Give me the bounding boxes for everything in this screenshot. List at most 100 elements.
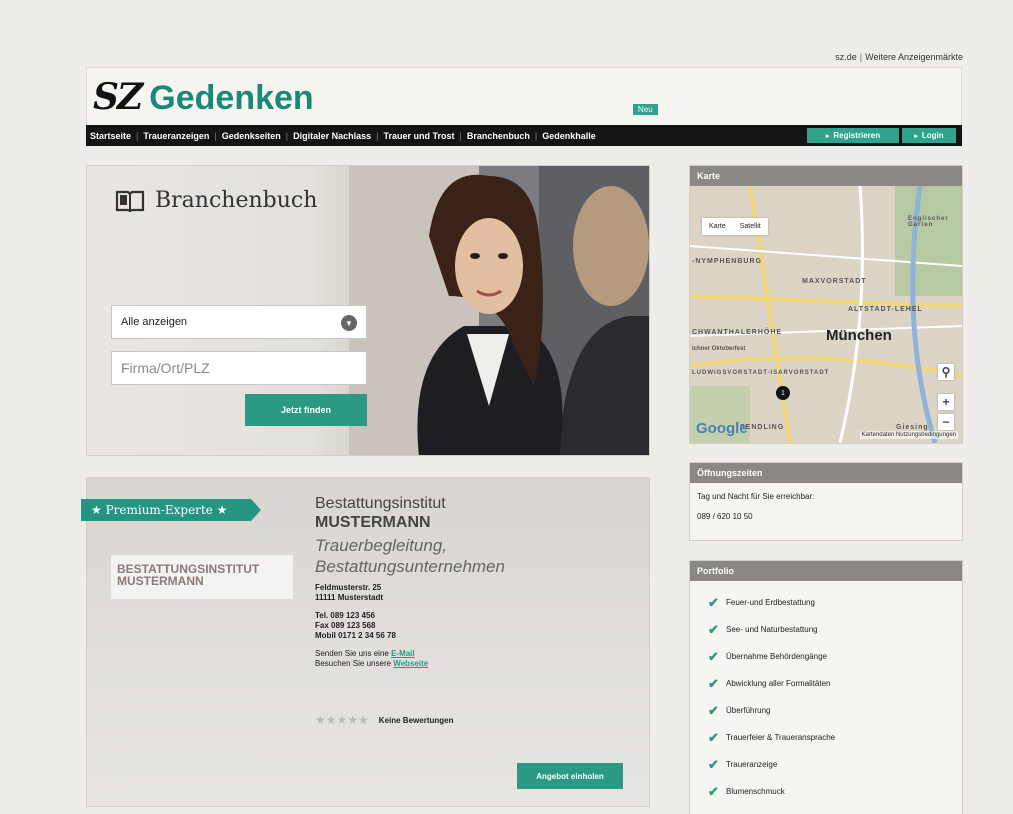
company-info: Bestattungsinstitut MUSTERMANN Trauerbeg… <box>315 495 635 669</box>
company-contact: Tel. 089 123 456 Fax 089 123 568 Mobil 0… <box>315 611 635 641</box>
company-logo-line2: MUSTERMANN <box>117 574 204 588</box>
nav-separator: | <box>534 130 538 141</box>
map-poi: ichner Oktoberfest <box>692 346 746 352</box>
portfolio-item-label: Traueranzeige <box>726 760 778 769</box>
map-label: Englischer Garten <box>908 216 949 228</box>
portfolio-item-label: Übernahme Behördengänge <box>726 652 827 661</box>
nav-item-digitaler-nachlass[interactable]: Digitaler Nachlass <box>293 131 371 141</box>
book-icon <box>115 190 145 212</box>
nav-item-gedenkhalle[interactable]: Gedenkhalle <box>542 131 596 141</box>
list-item: ✔ Traueranzeige <box>708 751 962 778</box>
nav-separator: | <box>214 130 217 141</box>
nav-item-gedenkseiten[interactable]: Gedenkseiten <box>222 131 281 141</box>
portfolio-widget: Portfolio ✔ Feuer-und Erdbestattung ✔ See-… <box>689 560 963 814</box>
map-label: ALTSTADT-LEHEL <box>848 306 923 313</box>
check-icon: ✔ <box>708 756 719 772</box>
rating: ★★★★★ Keine Bewertungen <box>315 713 453 727</box>
list-item: ✔ Überführung <box>708 697 962 724</box>
check-icon: ✔ <box>708 594 719 610</box>
sz-de-link[interactable]: sz.de <box>835 52 857 62</box>
company-street: Feldmusterstr. 25 <box>315 583 382 592</box>
web-prefix: Besuchen Sie unsere <box>315 659 394 668</box>
portfolio-item-label: See- und Naturbestattung <box>726 625 818 634</box>
hero-title: Branchenbuch <box>115 188 317 213</box>
main-nav: Startseite | Traueranzeigen | Gedenkseiten… <box>86 125 962 146</box>
list-item: ✔ Blumenschmuck <box>708 778 962 805</box>
company-tel: Tel. 089 123 456 <box>315 611 375 620</box>
category-select[interactable]: Alle anzeigen ▼ <box>111 305 367 339</box>
street-view-icon[interactable]: ⚲ <box>938 364 954 380</box>
nav-separator: | <box>136 130 139 141</box>
company-name-line1: Bestattungsinstitut <box>315 495 446 512</box>
logo-sz: SZ <box>93 76 143 118</box>
logo-brand: Gedenken <box>149 79 314 117</box>
company-address: Feldmusterstr. 25 11111 Musterstadt <box>315 583 635 603</box>
company-mobile: Mobil 0171 2 34 56 78 <box>315 631 396 640</box>
request-offer-button[interactable]: Angebot einholen <box>517 763 623 789</box>
map-footer[interactable]: Kartendaten Nutzungsbedingungen <box>859 431 958 439</box>
check-icon: ✔ <box>708 783 719 799</box>
hero-photo <box>349 166 649 455</box>
map-widget: Karte Karte Satellit -NYMPHENBURG MAXVOR… <box>689 165 963 444</box>
hours-line1: Tag und Nacht für Sie erreichbar: <box>697 492 815 501</box>
zoom-out-button[interactable]: − <box>938 414 954 430</box>
category-select-value: Alle anzeigen <box>121 316 188 328</box>
portfolio-list: ✔ Feuer-und Erdbestattung ✔ See- und Natur… <box>690 581 962 805</box>
nav-item-traueranzeigen[interactable]: Traueranzeigen <box>143 131 209 141</box>
nav-item-branchenbuch[interactable]: Branchenbuch <box>467 131 530 141</box>
arrow-right-icon: ▸ <box>825 132 830 140</box>
location-input[interactable]: Firma/Ort/PLZ <box>111 351 367 385</box>
check-icon: ✔ <box>708 621 719 637</box>
company-city: 11111 Musterstadt <box>315 593 384 602</box>
register-label: Registrieren <box>833 131 881 140</box>
map-tab-karte[interactable]: Karte <box>702 218 733 235</box>
map-label: Giesing <box>896 424 929 431</box>
map-city-label: München <box>826 327 892 344</box>
website-link[interactable]: Webseite <box>393 659 428 668</box>
hours-body: Tag und Nacht für Sie erreichbar: 089 / … <box>690 483 962 530</box>
map-widget-title: Karte <box>690 166 962 186</box>
map-marker-icon[interactable]: 1 <box>776 386 790 400</box>
portfolio-item-label: Trauerfeier & Traueransprache <box>726 733 836 742</box>
site-logo[interactable]: SZ Gedenken <box>93 76 314 118</box>
portfolio-item-label: Blumenschmuck <box>726 787 785 796</box>
star-rating-icon: ★★★★★ <box>315 713 369 727</box>
map-label: -NYMPHENBURG <box>692 258 762 265</box>
register-button[interactable]: ▸ Registrieren <box>807 128 899 143</box>
nav-item-startseite[interactable]: Startseite <box>90 131 131 141</box>
map-label: MAXVORSTADT <box>802 278 867 285</box>
check-icon: ✔ <box>708 675 719 691</box>
more-markets-link[interactable]: Weitere Anzeigenmärkte <box>865 52 963 62</box>
search-button[interactable]: Jetzt finden <box>245 394 367 426</box>
login-label: Login <box>921 131 944 140</box>
premium-listing: ★ Premium-Experte ★ BESTATTUNGSINSTITUT … <box>81 477 650 807</box>
chevron-down-icon: ▼ <box>341 315 357 331</box>
nav-separator: | <box>459 130 462 141</box>
list-item: ✔ Feuer-und Erdbestattung <box>708 589 962 616</box>
check-icon: ✔ <box>708 729 719 745</box>
portfolio-item-label: Überführung <box>726 706 771 715</box>
hero-title-text: Branchenbuch <box>155 188 318 213</box>
rating-text: Keine Bewertungen <box>378 715 454 725</box>
list-item: ✔ Abwicklung aller Formalitäten <box>708 670 962 697</box>
nav-separator: | <box>376 130 379 141</box>
company-name-line2: MUSTERMANN <box>315 514 431 531</box>
map[interactable]: Karte Satellit -NYMPHENBURG MAXVORSTADT … <box>690 186 962 443</box>
zoom-in-button[interactable]: + <box>938 394 954 410</box>
company-subtitle-line1: Trauerbegleitung, <box>315 536 447 555</box>
nav-item-trauer-und-trost[interactable]: Trauer und Trost <box>384 131 455 141</box>
company-logo[interactable]: BESTATTUNGSINSTITUT MUSTERMANN <box>111 555 293 599</box>
company-subtitle-line2: Bestattungsunternehmen <box>315 557 505 576</box>
hours-widget-title: Öffnungszeiten <box>690 463 962 483</box>
list-item: ✔ Trauerfeier & Traueransprache <box>708 724 962 751</box>
login-button[interactable]: ▸ Login <box>902 128 956 143</box>
email-link[interactable]: E-Mail <box>391 649 415 658</box>
map-tab-satellit[interactable]: Satellit <box>733 218 768 235</box>
check-icon: ✔ <box>708 702 719 718</box>
branchenbuch-hero: Branchenbuch Alle anzeigen ▼ Firma/Ort/P… <box>86 165 650 456</box>
list-item: ✔ Übernahme Behördengänge <box>708 643 962 670</box>
email-prefix: Senden Sie uns eine <box>315 649 392 658</box>
arrow-right-icon: ▸ <box>914 132 918 140</box>
list-item: ✔ See- und Naturbestattung <box>708 616 962 643</box>
map-type-tabs: Karte Satellit <box>702 218 768 235</box>
